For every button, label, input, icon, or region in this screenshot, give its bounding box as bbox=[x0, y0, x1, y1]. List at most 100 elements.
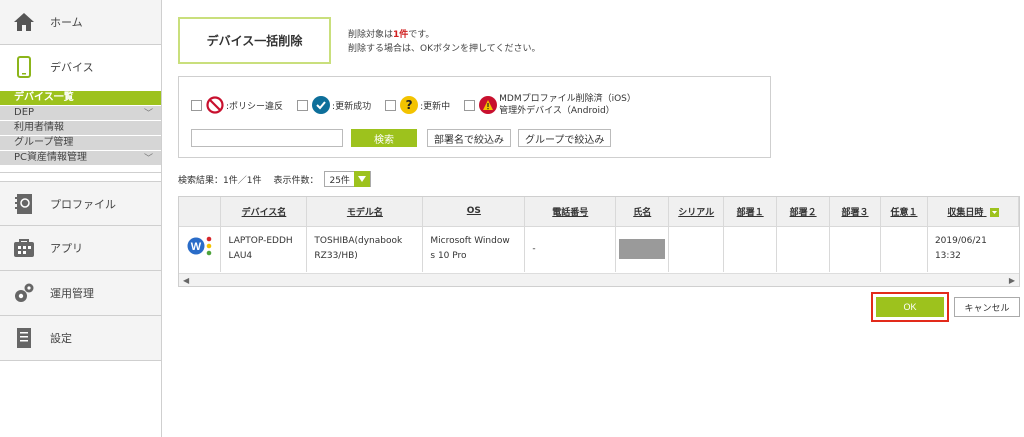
filter-updating[interactable]: ? :更新中 bbox=[385, 96, 450, 114]
sub-item-group-management[interactable]: グループ管理 bbox=[0, 136, 161, 150]
sub-item-label: デバイス一覧 bbox=[14, 92, 74, 103]
dropdown-arrow-icon bbox=[353, 171, 370, 187]
col-dept2[interactable]: 部署２ bbox=[776, 197, 831, 227]
result-count: 検索結果：1件／1件 bbox=[178, 175, 262, 186]
notice-prefix: 削除対象は bbox=[348, 30, 394, 40]
filter-mdm-removed[interactable]: MDMプロファイル削除済（iOS） 管理外デバイス（Android） bbox=[464, 93, 636, 117]
warning-icon bbox=[479, 96, 498, 114]
mdm-line1: MDMプロファイル削除済（iOS） bbox=[499, 94, 636, 104]
os-cell: Microsoft Window s 10 Pro bbox=[422, 226, 526, 272]
nav-apps-label: アプリ bbox=[50, 242, 83, 255]
dept2-cell bbox=[776, 226, 831, 272]
search-button[interactable]: 検索 bbox=[351, 129, 417, 147]
nav-profiles[interactable]: プロファイル bbox=[0, 181, 161, 226]
col-phone[interactable]: 電話番号 bbox=[524, 197, 617, 227]
prohibited-icon bbox=[206, 96, 224, 114]
checkbox[interactable] bbox=[191, 99, 202, 111]
model-cell: TOSHIBA(dynabook RZ33/HB) bbox=[306, 226, 424, 272]
main-content: デバイス一括削除 削除対象は1件です。 削除する場合は、OKボタンを押してくださ… bbox=[178, 0, 1024, 437]
search-input[interactable] bbox=[191, 129, 343, 147]
sort-toggle-icon[interactable] bbox=[989, 207, 999, 217]
col-model-name[interactable]: モデル名 bbox=[306, 197, 424, 227]
dept3-cell bbox=[829, 226, 881, 272]
os-l1: Microsoft Window bbox=[430, 236, 510, 247]
col-collected-at[interactable]: 収集日時 bbox=[927, 197, 1020, 227]
page-title: デバイス一括削除 bbox=[178, 17, 331, 64]
col-status bbox=[179, 197, 222, 227]
device-table: デバイス名 モデル名 OS 電話番号 氏名 シリアル 部署１ 部署２ 部署３ 任… bbox=[178, 196, 1020, 287]
sub-item-pc-assets[interactable]: PC資産情報管理 ﹀ bbox=[0, 151, 161, 165]
windows-device-icon: W bbox=[187, 235, 213, 257]
cancel-button[interactable]: キャンセル bbox=[954, 297, 1020, 317]
nav-operations[interactable]: 運用管理 bbox=[0, 271, 161, 316]
nav-operations-label: 運用管理 bbox=[50, 287, 94, 300]
filter-panel: :ポリシー違反 :更新成功 ? :更新中 MDMプロファイル削除済（iOS） 管理… bbox=[178, 76, 771, 158]
nav-settings[interactable]: 設定 bbox=[0, 316, 161, 361]
nav-devices[interactable]: デバイス bbox=[0, 45, 161, 89]
nav-profiles-label: プロファイル bbox=[50, 197, 116, 211]
checkbox[interactable] bbox=[385, 99, 397, 111]
nav-apps[interactable]: アプリ bbox=[0, 226, 161, 271]
col-serial[interactable]: シリアル bbox=[668, 197, 725, 227]
sub-item-user-info[interactable]: 利用者情報 bbox=[0, 121, 161, 135]
sub-item-label: グループ管理 bbox=[14, 137, 74, 148]
nav-settings-label: 設定 bbox=[50, 332, 72, 345]
per-page-label: 表示件数： bbox=[273, 175, 319, 186]
model-l1: TOSHIBA(dynabook bbox=[314, 236, 403, 247]
collected-l1: 2019/06/21 bbox=[934, 236, 987, 247]
sub-item-dep[interactable]: DEP ﹀ bbox=[0, 106, 161, 120]
question-circle-icon: ? bbox=[400, 96, 419, 114]
notice-count: 1件 bbox=[393, 30, 409, 40]
filter-by-department-button[interactable]: 部署名で絞込み bbox=[427, 129, 511, 147]
status-filter-row: :ポリシー違反 :更新成功 ? :更新中 MDMプロファイル削除済（iOS） 管理… bbox=[191, 93, 650, 117]
delete-notice: 削除対象は1件です。 削除する場合は、OKボタンを押してください。 bbox=[348, 28, 540, 56]
col-device-name[interactable]: デバイス名 bbox=[220, 197, 308, 227]
filter-policy-violation[interactable]: :ポリシー違反 bbox=[191, 96, 283, 114]
notice-line2: 削除する場合は、OKボタンを押してください。 bbox=[348, 44, 541, 54]
checkbox[interactable] bbox=[297, 99, 309, 111]
apps-icon bbox=[12, 236, 36, 260]
nav-home[interactable]: ホーム bbox=[0, 0, 161, 45]
device-name-cell: LAPTOP-EDDH LAU4 bbox=[220, 226, 308, 272]
horizontal-scrollbar[interactable]: ◀ ▶ bbox=[179, 273, 1019, 286]
filter-update-success[interactable]: :更新成功 bbox=[297, 96, 371, 114]
col-dept3[interactable]: 部署３ bbox=[829, 197, 881, 227]
phone-cell: - bbox=[524, 226, 617, 272]
nav-home-label: ホーム bbox=[50, 16, 83, 29]
model-l2: RZ33/HB) bbox=[314, 251, 358, 262]
filter-label: MDMプロファイル削除済（iOS） 管理外デバイス（Android） bbox=[499, 93, 636, 117]
collected-at-cell: 2019/06/21 13:32 bbox=[927, 226, 1018, 272]
table-row[interactable]: W LAPTOP-EDDH LAU4 TOSHIBA(dynabook RZ33/H… bbox=[179, 226, 1019, 272]
filter-by-group-button[interactable]: グループで絞込み bbox=[518, 129, 612, 147]
gears-icon bbox=[12, 281, 36, 305]
sub-item-label: DEP bbox=[14, 107, 35, 118]
scroll-left-icon[interactable]: ◀ bbox=[183, 274, 189, 287]
col-name[interactable]: 氏名 bbox=[615, 197, 670, 227]
chevron-down-icon: ﹀ bbox=[143, 109, 153, 119]
nav-devices-label: デバイス bbox=[50, 61, 94, 74]
checkbox[interactable] bbox=[464, 99, 476, 111]
sub-item-device-list[interactable]: デバイス一覧 bbox=[0, 91, 161, 105]
mdm-line2: 管理外デバイス（Android） bbox=[499, 106, 615, 116]
search-row: 検索 部署名で絞込み グループで絞込み bbox=[191, 129, 618, 147]
notice-suffix: です。 bbox=[408, 30, 435, 40]
col-os[interactable]: OS bbox=[422, 197, 526, 227]
device-name-l2: LAU4 bbox=[228, 251, 253, 262]
check-circle-icon bbox=[312, 96, 331, 114]
col-optional1[interactable]: 任意１ bbox=[880, 197, 928, 227]
chevron-down-icon: ﹀ bbox=[143, 154, 153, 164]
sidebar: ホーム デバイス デバイス一覧 DEP ﹀ 利用者情報 グループ管理 PC資産情報… bbox=[0, 0, 162, 437]
per-page-select[interactable]: 25件 bbox=[324, 171, 371, 187]
serial-cell bbox=[668, 226, 725, 272]
scroll-right-icon[interactable]: ▶ bbox=[1009, 274, 1015, 287]
device-name-l1: LAPTOP-EDDH bbox=[228, 236, 293, 247]
per-page-value: 25件 bbox=[329, 175, 350, 186]
filter-label: :更新成功 bbox=[332, 101, 372, 112]
profile-icon bbox=[12, 192, 36, 216]
devices-submenu: デバイス一覧 DEP ﹀ 利用者情報 グループ管理 PC資産情報管理 ﹀ bbox=[0, 89, 161, 173]
device-status-cell: W bbox=[179, 226, 222, 272]
settings-document-icon bbox=[12, 326, 36, 350]
ok-button[interactable]: OK bbox=[876, 297, 944, 317]
results-bar: 検索結果：1件／1件 表示件数： 25件 bbox=[178, 171, 371, 187]
col-dept1[interactable]: 部署１ bbox=[723, 197, 778, 227]
